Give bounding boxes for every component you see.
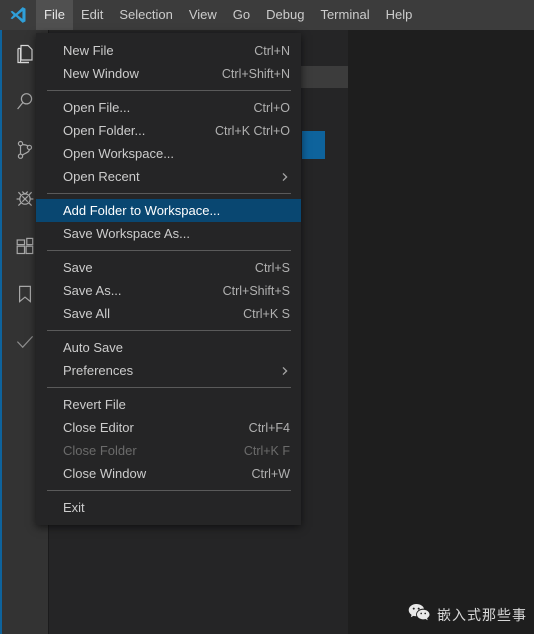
menubar-item-debug[interactable]: Debug xyxy=(258,0,312,30)
menu-item-label: Exit xyxy=(63,500,85,515)
menu-item-label: Preferences xyxy=(63,363,134,378)
menu-item-shortcut: Ctrl+F4 xyxy=(248,420,290,435)
menu-separator xyxy=(47,90,291,91)
menu-item-shortcut: Ctrl+Shift+N xyxy=(221,66,290,81)
menu-item-shortcut: Ctrl+S xyxy=(254,260,290,275)
menu-item-close-editor[interactable]: Close Editor Ctrl+F4 xyxy=(36,416,301,439)
menu-item-label: Close Editor xyxy=(63,420,134,435)
menu-item-label: New Window xyxy=(63,66,139,81)
menubar-item-go[interactable]: Go xyxy=(225,0,258,30)
menu-item-shortcut: Ctrl+K F xyxy=(243,443,290,458)
menu-item-label: Open File... xyxy=(63,100,131,115)
menu-separator xyxy=(47,330,291,331)
chevron-right-icon xyxy=(258,365,290,377)
menu-item-save-workspace-as[interactable]: Save Workspace As... xyxy=(36,222,301,245)
menu-item-open-folder[interactable]: Open Folder... Ctrl+K Ctrl+O xyxy=(36,119,301,142)
menu-item-label: Open Folder... xyxy=(63,123,146,138)
menu-item-label: Auto Save xyxy=(63,340,123,355)
menu-item-auto-save[interactable]: Auto Save xyxy=(36,336,301,359)
menu-item-close-window[interactable]: Close Window Ctrl+W xyxy=(36,462,301,485)
menu-item-shortcut: Ctrl+K Ctrl+O xyxy=(214,123,290,138)
menu-item-shortcut: Ctrl+Shift+S xyxy=(222,283,290,298)
wechat-logo-icon xyxy=(408,603,430,627)
menu-item-open-recent[interactable]: Open Recent xyxy=(36,165,301,188)
menubar-item-file[interactable]: File xyxy=(36,0,73,30)
explorer-files-icon xyxy=(13,42,37,66)
menubar-item-view[interactable]: View xyxy=(181,0,225,30)
menu-item-label: Save xyxy=(63,260,93,275)
menu-item-label: Save Workspace As... xyxy=(63,226,190,241)
menu-item-open-workspace[interactable]: Open Workspace... xyxy=(36,142,301,165)
menu-item-label: Open Recent xyxy=(63,169,140,184)
menubar-item-selection[interactable]: Selection xyxy=(111,0,180,30)
menu-item-label: Open Workspace... xyxy=(63,146,175,161)
sidebar-selected-row[interactable] xyxy=(302,131,325,159)
watermark-text: 嵌入式那些事 xyxy=(437,608,527,624)
menu-separator xyxy=(47,490,291,491)
menu-item-label: Close Window xyxy=(63,466,147,481)
menu-item-label: Close Folder xyxy=(63,443,137,458)
menu-item-save-all[interactable]: Save All Ctrl+K S xyxy=(36,302,301,325)
menu-item-add-folder-to-workspace[interactable]: Add Folder to Workspace... xyxy=(36,199,301,222)
menu-item-label: Revert File xyxy=(63,397,126,412)
debug-bug-icon xyxy=(13,186,37,210)
menu-item-save[interactable]: Save Ctrl+S xyxy=(36,256,301,279)
source-control-branch-icon xyxy=(13,138,37,162)
sidebar-hovered-row[interactable] xyxy=(300,66,348,88)
menu-item-label: New File xyxy=(63,43,114,58)
menu-separator xyxy=(47,387,291,388)
watermark: 嵌入式那些事 xyxy=(408,603,527,627)
bookmark-icon xyxy=(13,282,37,306)
menu-item-save-as[interactable]: Save As... Ctrl+Shift+S xyxy=(36,279,301,302)
menu-item-shortcut: Ctrl+N xyxy=(254,43,290,58)
menubar-item-edit[interactable]: Edit xyxy=(73,0,111,30)
menu-item-exit[interactable]: Exit xyxy=(36,496,301,519)
menu-bar[interactable]: File Edit Selection View Go Debug Terminal Help xyxy=(36,0,420,30)
file-dropdown-menu[interactable]: New File Ctrl+N New Window Ctrl+Shift+N Open… xyxy=(36,33,301,525)
menu-item-shortcut: Ctrl+O xyxy=(253,100,290,115)
menu-item-label: Add Folder to Workspace... xyxy=(63,203,221,218)
vscode-window: File Edit Selection View Go Debug Terminal Help… xyxy=(0,0,534,634)
checkmark-icon xyxy=(13,330,37,354)
menu-item-new-window[interactable]: New Window Ctrl+Shift+N xyxy=(36,62,301,85)
chevron-right-icon xyxy=(258,171,290,183)
menu-item-close-folder[interactable]: Close Folder Ctrl+K F xyxy=(36,439,301,462)
menu-separator xyxy=(47,193,291,194)
search-icon xyxy=(13,90,37,114)
menubar-item-help[interactable]: Help xyxy=(378,0,421,30)
menu-item-shortcut: Ctrl+W xyxy=(251,466,290,481)
menu-item-preferences[interactable]: Preferences xyxy=(36,359,301,382)
extensions-blocks-icon xyxy=(13,234,37,258)
menu-item-shortcut: Ctrl+K S xyxy=(243,306,290,321)
menu-item-open-file[interactable]: Open File... Ctrl+O xyxy=(36,96,301,119)
menu-item-new-file[interactable]: New File Ctrl+N xyxy=(36,39,301,62)
title-bar: File Edit Selection View Go Debug Terminal Help xyxy=(0,0,534,30)
menu-item-label: Save All xyxy=(63,306,110,321)
menu-item-revert-file[interactable]: Revert File xyxy=(36,393,301,416)
vscode-logo-icon xyxy=(0,0,36,30)
editor-area[interactable] xyxy=(348,30,534,634)
menu-item-label: Save As... xyxy=(63,283,122,298)
menu-separator xyxy=(47,250,291,251)
menubar-item-terminal[interactable]: Terminal xyxy=(312,0,377,30)
